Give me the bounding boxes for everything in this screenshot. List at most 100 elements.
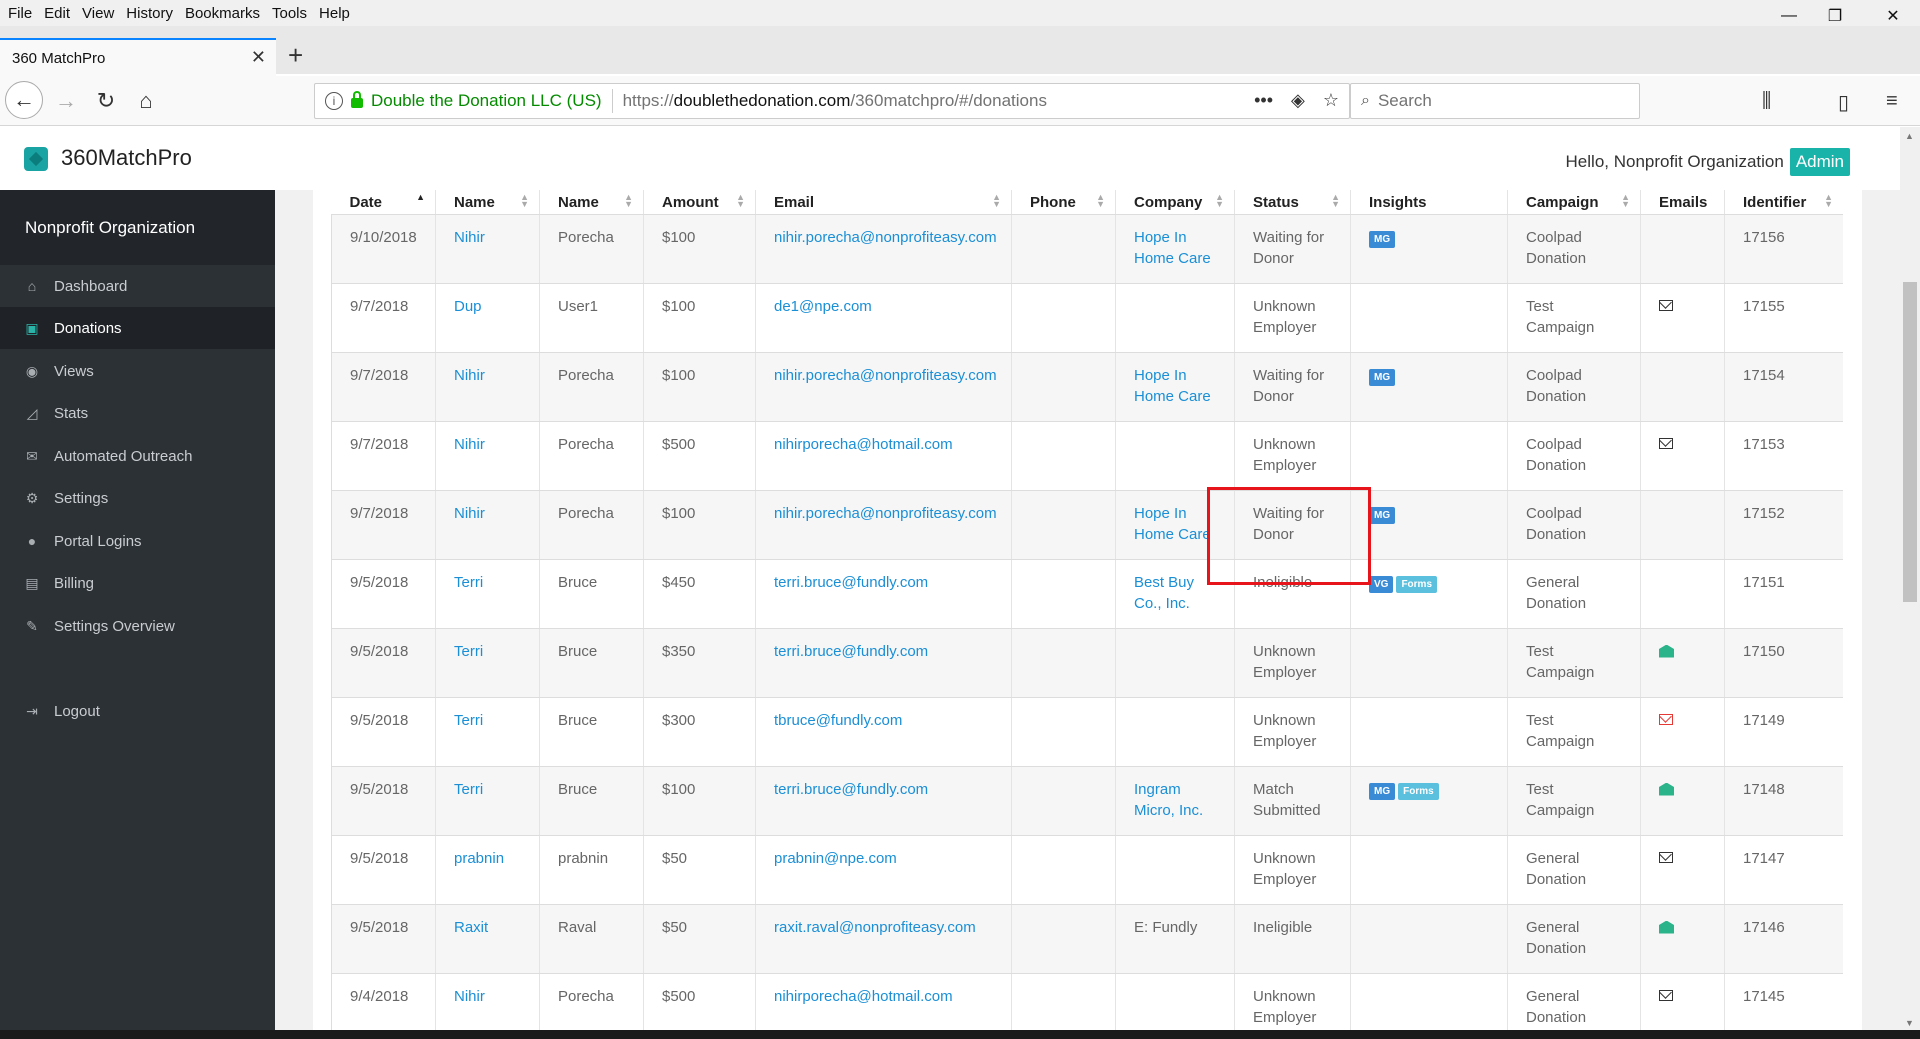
menu-edit[interactable]: Edit (44, 5, 70, 22)
menu-history[interactable]: History (126, 5, 173, 22)
home-button[interactable]: ⌂ (130, 85, 162, 117)
menu-tools[interactable]: Tools (272, 5, 307, 22)
back-button[interactable]: ← (5, 81, 43, 119)
envelope-open-icon[interactable] (1659, 782, 1674, 796)
pocket-icon[interactable]: ◈ (1291, 90, 1305, 111)
first-name-link[interactable]: prabnin (454, 850, 504, 867)
sort-icon[interactable]: ▲ ▼ (520, 193, 529, 209)
email-link[interactable]: terri.bruce@fundly.com (774, 781, 928, 798)
column-header-date[interactable]: Date ▲ (331, 190, 436, 215)
app-title[interactable]: 360MatchPro (61, 145, 192, 171)
scroll-up-arrow-icon[interactable]: ▲ (1905, 131, 1914, 141)
first-name-link[interactable]: Terri (454, 574, 483, 591)
reload-button[interactable]: ↻ (90, 85, 122, 117)
email-link[interactable]: terri.bruce@fundly.com (774, 643, 928, 660)
insight-badge[interactable]: MG (1369, 506, 1396, 524)
email-link[interactable]: tbruce@fundly.com (774, 712, 902, 729)
first-name-link[interactable]: Nihir (454, 229, 485, 246)
table-row[interactable]: 9/7/2018 Nihir Porecha $100 nihir.porecha@no… (331, 352, 1843, 422)
email-link[interactable]: nihirporecha@hotmail.com (774, 988, 953, 1005)
new-tab-button[interactable]: + (288, 40, 303, 71)
sidebar-toggle-icon[interactable]: ▯ (1838, 90, 1849, 115)
first-name-link[interactable]: Dup (454, 298, 482, 315)
envelope-icon[interactable] (1659, 299, 1673, 311)
sidebar-item-donations[interactable]: ▣ Donations (0, 307, 275, 349)
sidebar-item-automated-outreach[interactable]: ✉ Automated Outreach (0, 435, 275, 477)
table-row[interactable]: 9/5/2018 Terri Bruce $100 terri.bruce@fundly… (331, 766, 1843, 836)
insight-badge[interactable]: MG (1369, 782, 1396, 800)
first-name-link[interactable]: Nihir (454, 988, 485, 1005)
first-name-link[interactable]: Terri (454, 643, 483, 660)
first-name-link[interactable]: Raxit (454, 919, 488, 936)
email-link[interactable]: terri.bruce@fundly.com (774, 574, 928, 591)
email-link[interactable]: de1@npe.com (774, 298, 872, 315)
menu-bookmarks[interactable]: Bookmarks (185, 5, 260, 22)
search-input[interactable]: ⌕ Search (1350, 83, 1640, 119)
table-row[interactable]: 9/7/2018 Dup User1 $100 de1@npe.com Unknown E… (331, 283, 1843, 353)
sidebar-item-stats[interactable]: ◿ Stats (0, 392, 275, 434)
insight-badge[interactable]: VG (1369, 575, 1394, 593)
company-link[interactable]: Ingram Micro, Inc. (1134, 781, 1203, 819)
sidebar-item-billing[interactable]: ▤ Billing (0, 562, 275, 604)
sort-icon[interactable]: ▲ ▼ (624, 193, 633, 209)
sort-icon[interactable]: ▲ ▼ (1621, 193, 1630, 209)
column-header-phone[interactable]: Phone ▲ ▼ (1011, 190, 1116, 215)
column-header-identifier[interactable]: Identifier ▲ ▼ (1724, 190, 1843, 215)
table-row[interactable]: 9/5/2018 Terri Bruce $350 terri.bruce@fundly… (331, 628, 1843, 698)
email-link[interactable]: nihir.porecha@nonprofiteasy.com (774, 505, 997, 522)
sort-icon[interactable]: ▲ ▼ (1331, 193, 1340, 209)
insight-badge[interactable]: MG (1369, 368, 1396, 386)
email-link[interactable]: nihir.porecha@nonprofiteasy.com (774, 229, 997, 246)
table-row[interactable]: 9/4/2018 Nihir Porecha $500 nihirporecha@hot… (331, 973, 1843, 1030)
column-header-amount[interactable]: Amount ▲ ▼ (643, 190, 756, 215)
admin-button[interactable]: Admin (1789, 148, 1850, 176)
table-row[interactable]: 9/5/2018 Terri Bruce $300 tbruce@fundly.com U… (331, 697, 1843, 767)
table-row[interactable]: 9/5/2018 Raxit Raval $50 raxit.raval@nonprof… (331, 904, 1843, 974)
insight-badge[interactable]: MG (1369, 230, 1396, 248)
company-link[interactable]: Hope In Home Care (1134, 229, 1211, 267)
table-row[interactable]: 9/5/2018 Terri Bruce $450 terri.bruce@fundly… (331, 559, 1843, 629)
email-link[interactable]: prabnin@npe.com (774, 850, 897, 867)
sort-icon[interactable]: ▲ ▼ (992, 193, 1001, 209)
insight-badge[interactable]: Forms (1396, 575, 1438, 593)
email-link[interactable]: raxit.raval@nonprofiteasy.com (774, 919, 976, 936)
browser-tab[interactable]: 360 MatchPro ✕ (0, 38, 276, 76)
menu-file[interactable]: File (8, 5, 32, 22)
column-header-email[interactable]: Email ▲ ▼ (755, 190, 1012, 215)
menu-help[interactable]: Help (319, 5, 350, 22)
column-header-campaign[interactable]: Campaign ▲ ▼ (1507, 190, 1641, 215)
sidebar-item-portal-logins[interactable]: ● Portal Logins (0, 520, 275, 562)
sort-icon[interactable]: ▲ ▼ (1215, 193, 1224, 209)
insight-badge[interactable]: Forms (1398, 782, 1439, 800)
scroll-down-arrow-icon[interactable]: ▼ (1905, 1018, 1914, 1028)
first-name-link[interactable]: Terri (454, 712, 483, 729)
envelope-icon[interactable] (1659, 989, 1673, 1001)
scrollbar-thumb[interactable] (1903, 282, 1917, 602)
sidebar-item-settings-overview[interactable]: ✎ Settings Overview (0, 605, 275, 647)
vertical-scrollbar[interactable]: ▲ ▼ (1900, 127, 1920, 1030)
forward-button[interactable]: → (50, 85, 82, 117)
table-row[interactable]: 9/7/2018 Nihir Porecha $500 nihirporecha@hot… (331, 421, 1843, 491)
sort-icon[interactable]: ▲ ▼ (1096, 193, 1105, 209)
first-name-link[interactable]: Nihir (454, 367, 485, 384)
library-icon[interactable]: ⫼ (1762, 90, 1771, 113)
column-header-status[interactable]: Status ▲ ▼ (1234, 190, 1351, 215)
sidebar-item-views[interactable]: ◉ Views (0, 350, 275, 392)
table-row[interactable]: 9/10/2018 Nihir Porecha $100 nihir.porecha@n… (331, 214, 1843, 284)
first-name-link[interactable]: Nihir (454, 505, 485, 522)
company-link[interactable]: Hope In Home Care (1134, 367, 1211, 405)
sidebar-item-logout[interactable]: ⇥ Logout (0, 690, 275, 732)
email-link[interactable]: nihir.porecha@nonprofiteasy.com (774, 367, 997, 384)
sort-icon[interactable]: ▲ ▼ (1824, 193, 1833, 209)
envelope-open-icon[interactable] (1659, 920, 1674, 934)
hamburger-menu-icon[interactable]: ≡ (1886, 90, 1898, 113)
first-name-link[interactable]: Terri (454, 781, 483, 798)
sort-icon[interactable]: ▲ ▼ (736, 193, 745, 209)
envelope-icon[interactable] (1659, 851, 1673, 863)
envelope-icon[interactable] (1659, 437, 1673, 449)
menu-view[interactable]: View (82, 5, 114, 22)
site-info-icon[interactable]: i (325, 92, 343, 110)
company-link[interactable]: Hope In Home Care (1134, 505, 1211, 543)
page-actions-icon[interactable]: ••• (1254, 90, 1273, 111)
sort-ascending-icon[interactable]: ▲ (416, 193, 425, 202)
